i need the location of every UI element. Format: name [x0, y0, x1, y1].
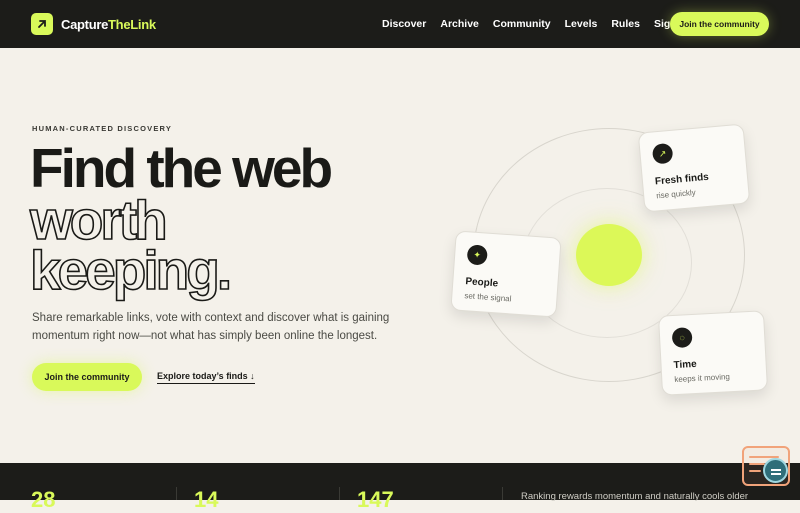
nav-link-levels[interactable]: Levels [565, 18, 598, 30]
hero-description: Share remarkable links, vote with contex… [32, 312, 390, 342]
stat-value-1: 28 [31, 487, 56, 512]
card-title: Fresh finds [654, 171, 710, 188]
nav-link-community[interactable]: Community [493, 18, 551, 30]
card-subtitle: rise quickly [655, 187, 697, 201]
arrow-up-right-icon: ↗ [651, 142, 674, 165]
card-subtitle: keeps it moving [674, 372, 731, 385]
nav-link-rules[interactable]: Rules [611, 18, 640, 30]
card-title: Time [673, 358, 698, 372]
ranking-note: Ranking rewards momentum and naturally c… [521, 491, 749, 502]
explore-finds-link[interactable]: Explore today’s finds ↓ [157, 371, 255, 384]
top-navbar: CaptureTheLink Discover Archive Communit… [0, 0, 800, 48]
logo[interactable]: CaptureTheLink [31, 13, 156, 35]
widget-line [749, 463, 765, 465]
hero-title-line3: keeping. [29, 239, 233, 301]
card-subtitle: set the signal [464, 291, 512, 304]
hero-title-line1: Find the web [30, 137, 333, 199]
brand-name-part1: Capture [61, 16, 109, 32]
brand-name: CaptureTheLink [61, 17, 156, 32]
lime-core-circle [576, 224, 642, 286]
magnifier-icon [763, 458, 788, 483]
sparkle-icon: ✦ [466, 244, 488, 266]
card-people: ✦ People set the signal [450, 230, 562, 318]
card-time: ◌ Time keeps it moving [657, 310, 769, 396]
stats-strip: 28 14 147 Ranking rewards momentum and n… [0, 463, 800, 512]
card-fresh-finds: ↗ Fresh finds rise quickly [637, 123, 751, 213]
nav-link-discover[interactable]: Discover [382, 18, 426, 30]
hero-join-button[interactable]: Join the community [32, 363, 142, 391]
hero-eyebrow: HUMAN-CURATED DISCOVERY [32, 124, 173, 133]
nav-link-archive[interactable]: Archive [440, 18, 479, 30]
stat-value-3: 147 [357, 487, 394, 512]
card-title: People [464, 276, 499, 290]
search-widget-icon[interactable] [742, 446, 790, 486]
nav-links: Discover Archive Community Levels Rules … [382, 0, 689, 48]
stat-divider [502, 487, 503, 500]
stat-value-2: 14 [194, 487, 219, 512]
arrow-up-right-icon [31, 13, 53, 35]
nav-join-button[interactable]: Join the community [670, 12, 769, 36]
brand-name-part2: TheLink [108, 16, 156, 32]
stat-divider [176, 487, 177, 500]
stat-divider [339, 487, 340, 500]
widget-line [749, 470, 761, 472]
clock-icon: ◌ [671, 327, 693, 349]
